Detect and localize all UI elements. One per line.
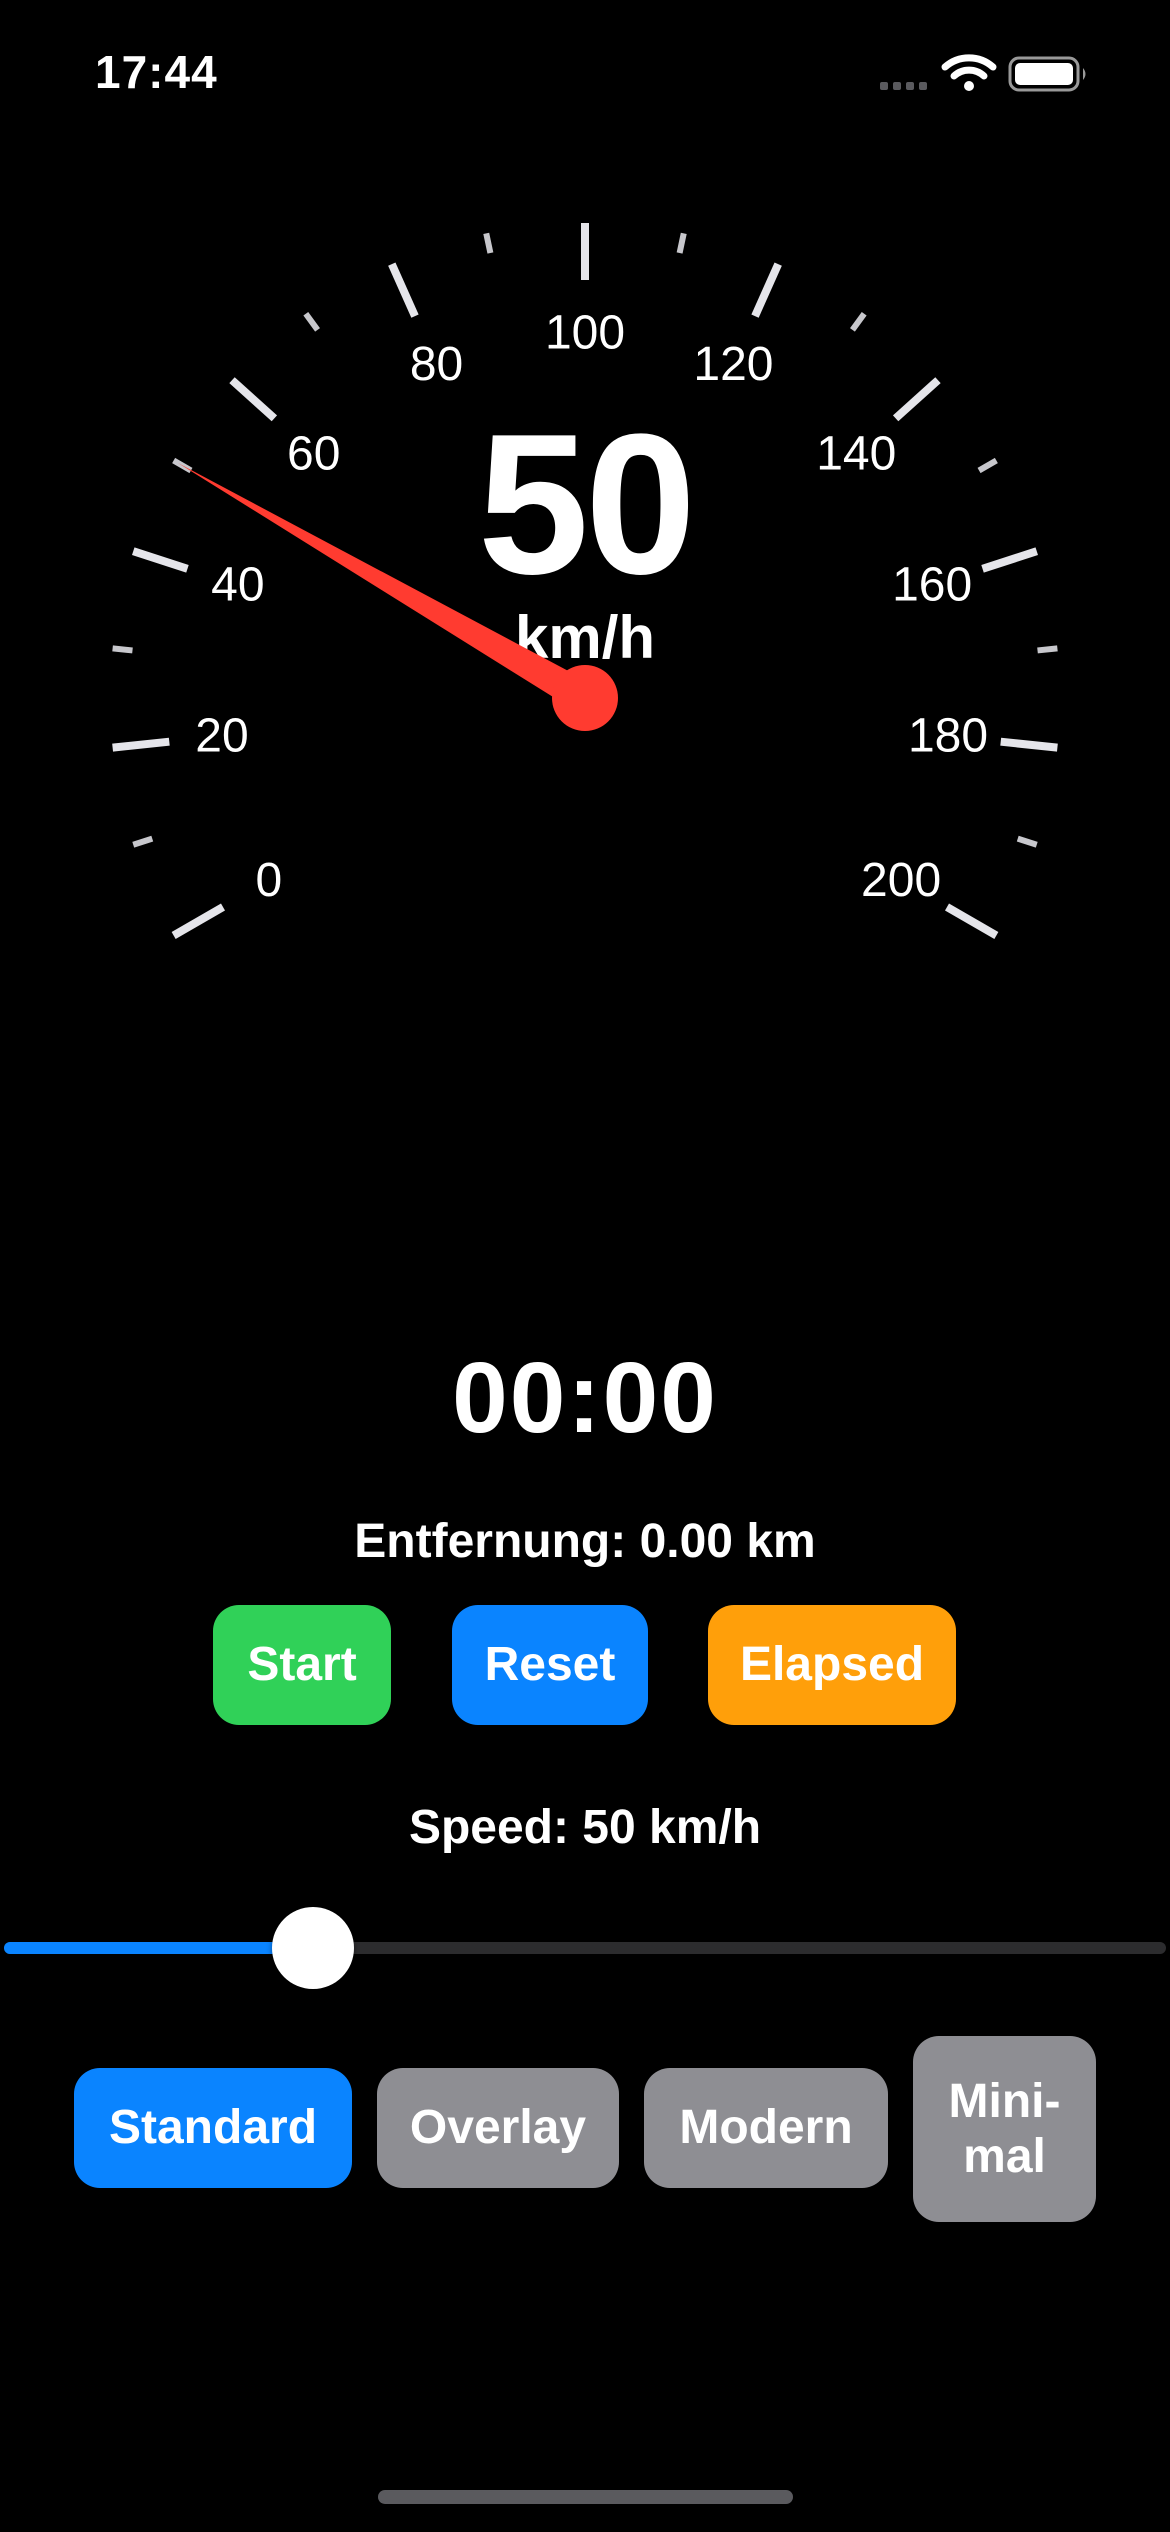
speed-slider[interactable] [0,1900,1170,1995]
tick-label-180: 180 [908,710,988,763]
battery-icon [1008,56,1086,92]
minor-tick [483,232,494,254]
mode-overlay-button[interactable]: Overlay [377,2068,619,2188]
major-tick [751,262,782,318]
tick-label-80: 80 [410,338,463,391]
distance-label: Entfernung: 0.00 km [354,1515,816,1568]
slider-fill [4,1942,313,1954]
major-tick [944,903,999,939]
speed-slider-label: Speed: 50 km/h [408,1801,762,1854]
start-button[interactable]: Start [213,1605,391,1725]
elapsed-button[interactable]: Elapsed [708,1605,956,1725]
mode-modern-button[interactable]: Modern [644,2068,888,2188]
status-time: 17:44 [95,46,218,98]
mode-standard-button[interactable]: Standard [74,2068,352,2188]
major-tick [388,262,419,318]
elapsed-timer: 00:00 [452,1342,718,1454]
tick-label-20: 20 [195,710,248,763]
slider-thumb[interactable] [272,1907,354,1989]
minor-tick [850,311,867,332]
tick-label-0: 0 [256,854,283,907]
status-icons [880,52,1110,96]
tick-label-100: 100 [545,307,625,360]
major-tick [171,903,226,939]
wifi-icon [941,54,997,91]
minor-tick [676,232,687,254]
minor-tick [132,835,154,848]
minor-tick [303,311,320,332]
reset-button[interactable]: Reset [452,1605,648,1725]
major-tick [1000,737,1058,752]
mode-minimal-button[interactable]: Mini- mal [913,2036,1096,2222]
tick-label-200: 200 [861,854,941,907]
cellular-signal-icon [880,82,927,90]
status-bar: 17:44 [0,0,1170,150]
tick-label-120: 120 [693,338,773,391]
speed-value: 50 [477,393,696,616]
major-tick [112,737,170,752]
home-indicator [378,2490,793,2504]
speed-unit: km/h [514,604,656,671]
minor-tick [1016,835,1038,848]
